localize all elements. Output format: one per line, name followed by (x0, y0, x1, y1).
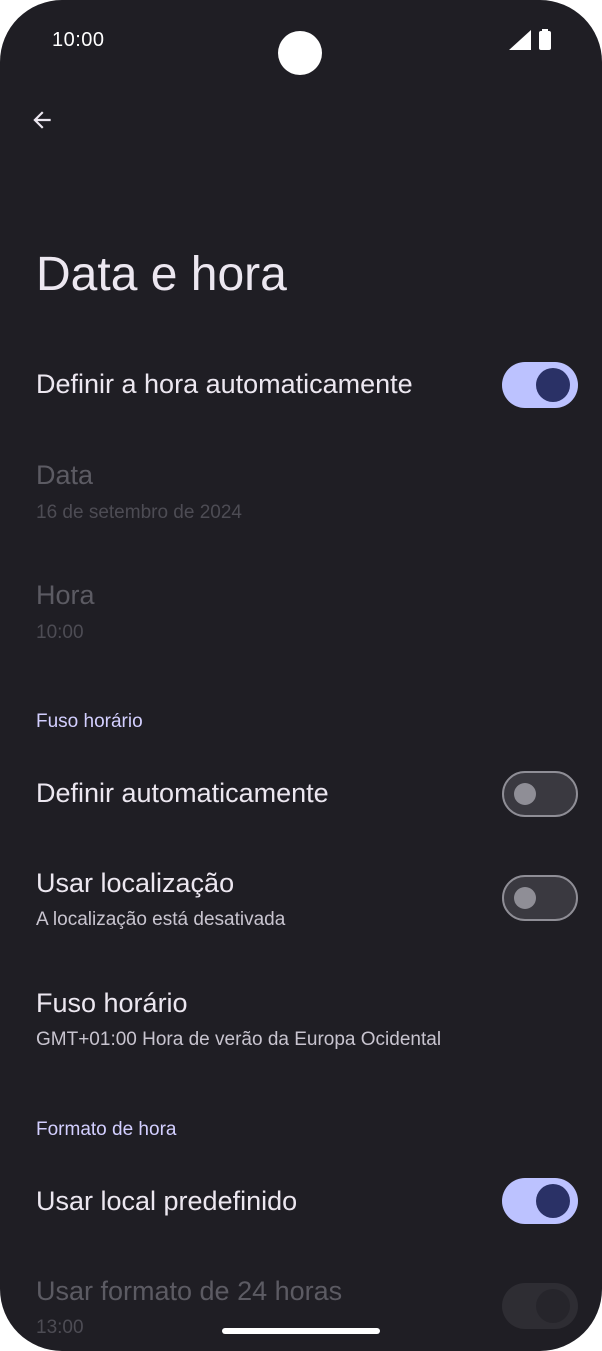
time-row: Hora 10:00 (0, 570, 602, 660)
auto-timezone-row[interactable]: Definir automaticamente (0, 760, 602, 828)
auto-time-title: Definir a hora automaticamente (36, 369, 413, 399)
use-24h-switch (502, 1283, 578, 1329)
use-location-switch[interactable] (502, 875, 578, 921)
date-row: Data 16 de setembro de 2024 (0, 450, 602, 540)
battery-icon (539, 29, 551, 50)
status-time: 10:00 (52, 29, 105, 51)
switch-thumb (514, 887, 536, 909)
date-value: 16 de setembro de 2024 (36, 502, 242, 523)
auto-time-row[interactable]: Definir a hora automaticamente (0, 350, 602, 420)
front-camera (278, 31, 322, 75)
use-locale-default-title: Usar local predefinido (36, 1186, 298, 1216)
switch-thumb (536, 1289, 570, 1323)
switch-thumb (514, 783, 536, 805)
arrow-back-icon (33, 111, 51, 129)
phone-screen: 10:00 Data e hora Definir a hora automat… (0, 0, 602, 1351)
switch-thumb (536, 1184, 570, 1218)
date-title: Data (36, 460, 94, 490)
auto-timezone-switch[interactable] (502, 771, 578, 817)
use-locale-default-switch[interactable] (502, 1178, 578, 1224)
timezone-section-header: Fuso horário (36, 711, 143, 732)
home-indicator[interactable] (222, 1328, 380, 1334)
time-title: Hora (36, 580, 95, 610)
use-location-title: Usar localização (36, 868, 235, 898)
use-24h-value: 13:00 (36, 1317, 84, 1338)
auto-timezone-title: Definir automaticamente (36, 778, 329, 808)
use-location-row[interactable]: Usar localização A localização está desa… (0, 860, 602, 940)
use-24h-title: Usar formato de 24 horas (36, 1276, 343, 1306)
timezone-title: Fuso horário (36, 988, 188, 1018)
use-location-subtitle: A localização está desativada (36, 909, 286, 930)
timezone-value: GMT+01:00 Hora de verão da Europa Ociden… (36, 1029, 442, 1050)
use-locale-default-row[interactable]: Usar local predefinido (0, 1168, 602, 1236)
switch-thumb (536, 368, 570, 402)
use-24h-row: Usar formato de 24 horas 13:00 (0, 1268, 602, 1348)
back-button[interactable] (22, 100, 62, 140)
page-title: Data e hora (36, 248, 287, 301)
auto-time-switch[interactable] (502, 362, 578, 408)
time-value: 10:00 (36, 622, 84, 643)
status-bar: 10:00 (0, 0, 602, 80)
timezone-row[interactable]: Fuso horário GMT+01:00 Hora de verão da … (0, 980, 602, 1060)
time-format-section-header: Formato de hora (36, 1119, 177, 1140)
cell-signal-icon (509, 30, 531, 50)
